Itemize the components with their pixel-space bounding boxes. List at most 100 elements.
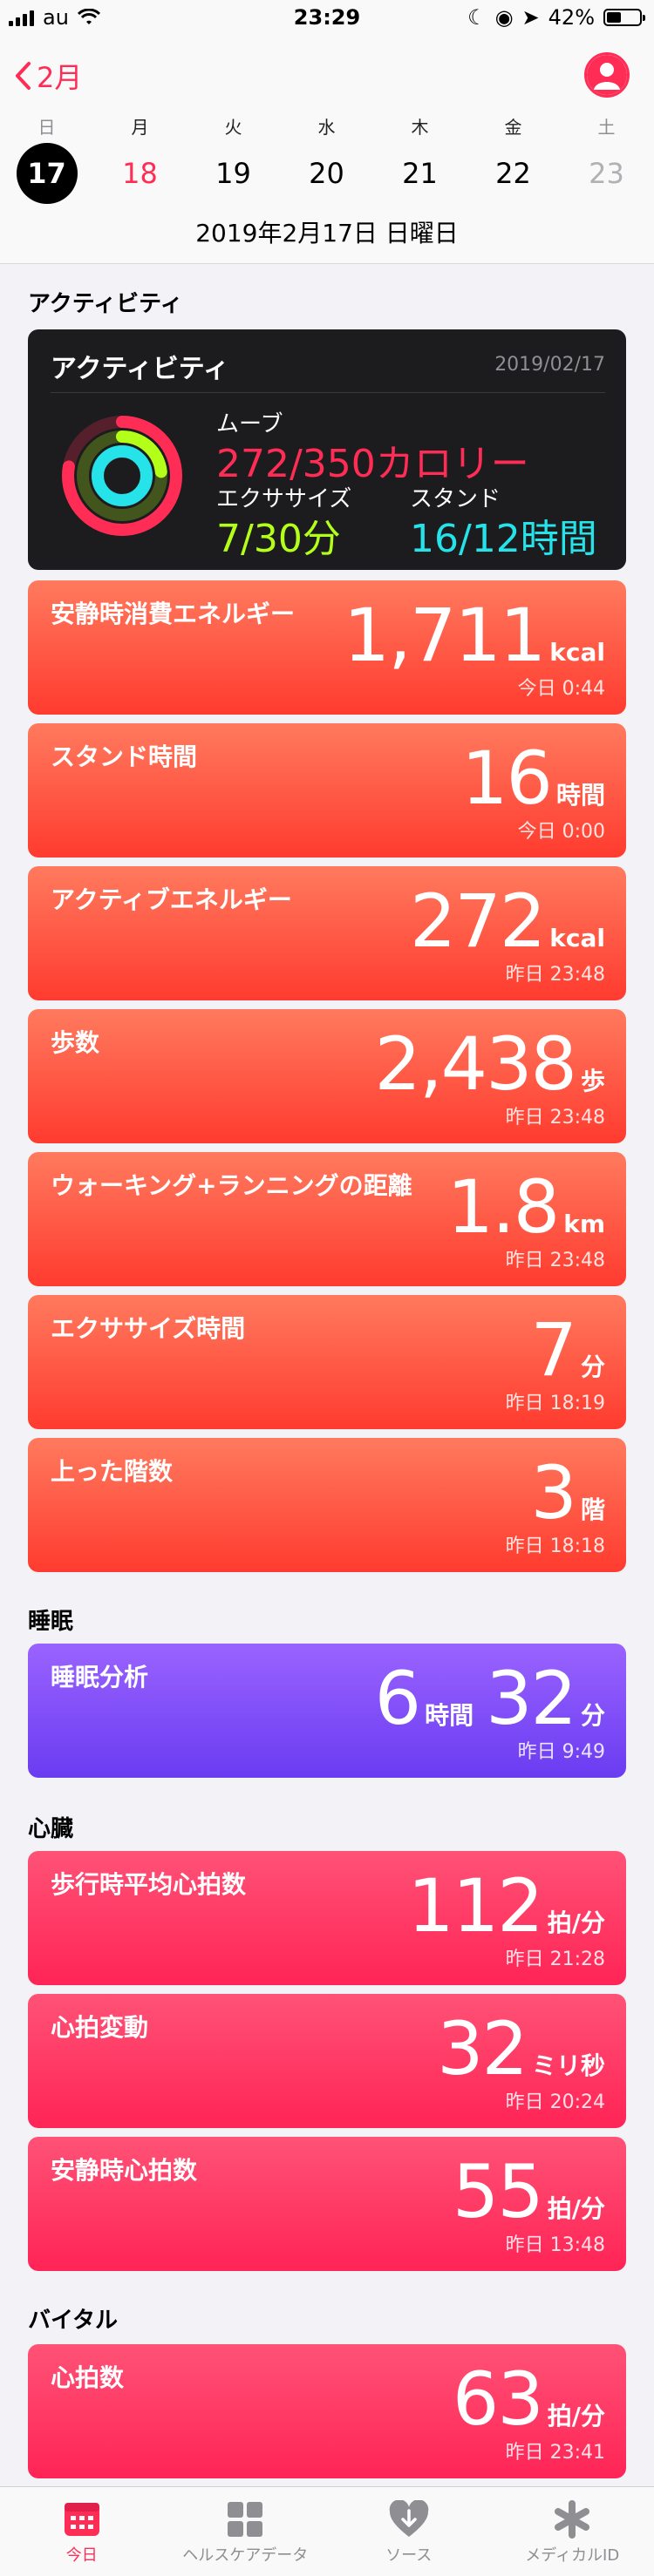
metric-unit: 歩 [581,1062,605,1097]
tab-label: ヘルスケアデータ [182,2543,308,2566]
weekday-label: 月 [93,113,187,139]
metric-value: 7 [531,1307,576,1393]
metric-timestamp: 昨日 21:28 [506,1943,605,1971]
person-icon [587,55,627,95]
metric-label: エクササイズ時間 [51,1311,245,1347]
back-button[interactable]: 2月 [14,56,82,96]
profile-avatar[interactable] [584,52,630,98]
metric-unit: kcal [549,924,605,952]
metric-card[interactable]: 心拍変動 32ミリ秒 昨日 20:24 [28,1994,626,2128]
weekday-label: 土 [560,113,653,139]
metric-card[interactable]: 歩行時平均心拍数 112拍/分 昨日 21:28 [28,1851,626,1985]
metric-timestamp: 昨日 9:49 [518,1736,605,1764]
tab-sources[interactable]: ソース [327,2487,491,2576]
metric-card[interactable]: 心拍数 63拍/分 昨日 23:41 [28,2344,626,2478]
sleep-hours: 6 [375,1656,419,1741]
metric-card[interactable]: 安静時消費エネルギー 1,711kcal 今日 0:44 [28,580,626,715]
metric-timestamp: 今日 0:44 [518,673,605,701]
activity-rings-icon [58,411,187,540]
date-cell-selected[interactable]: 17 [0,143,93,204]
battery-icon [603,9,642,26]
metric-unit: 分 [581,1348,605,1383]
metric-timestamp: 昨日 18:18 [506,1530,605,1558]
date-cell[interactable]: 19 [187,143,280,204]
activity-summary-card[interactable]: アクティビティ 2019/02/17 ムーブ 272/350カロリー エクササイ… [28,329,626,570]
chevron-left-icon [14,61,31,91]
date-cell[interactable]: 22 [467,143,560,204]
metric-label: アクティブエネルギー [51,882,292,919]
metric-label: 睡眠分析 [51,1659,148,1696]
metric-card[interactable]: 安静時心拍数 55拍/分 昨日 13:48 [28,2137,626,2271]
stand-ring-progress [98,451,146,500]
battery-percent: 42% [548,5,595,30]
metric-value: 16 [461,736,551,821]
weekday-row: 日 月 火 水 木 金 土 [0,113,654,139]
section-title-activity: アクティビティ [28,286,183,318]
metric-unit: 拍/分 [548,1904,605,1939]
section-title-heart: 心臓 [28,1811,73,1843]
grid-icon [226,2500,264,2539]
tab-today[interactable]: 今日 [0,2487,164,2576]
metric-card[interactable]: スタンド時間 16時間 今日 0:00 [28,723,626,858]
sleep-hours-unit: 時間 [425,1697,473,1732]
calendar-header: 2月 日 月 火 水 木 金 土 17 18 19 20 21 22 23 20… [0,35,654,264]
selected-date-title: 2019年2月17日 日曜日 [0,214,654,249]
date-number: 17 [17,143,78,204]
date-row: 17 18 19 20 21 22 23 [0,143,654,204]
metric-card[interactable]: エクササイズ時間 7分 昨日 18:19 [28,1295,626,1429]
stand-value: 16/12時間 [410,507,597,563]
move-value: 272/350カロリー [216,432,529,488]
metric-timestamp: 昨日 23:41 [506,2437,605,2464]
metric-label: 安静時消費エネルギー [51,596,295,633]
sleep-analysis-card[interactable]: 睡眠分析 6 時間 32 分 昨日 9:49 [28,1644,626,1778]
location-icon: ➤ [522,5,540,30]
metric-unit: 階 [581,1491,605,1526]
metric-card[interactable]: アクティブエネルギー 272kcal 昨日 23:48 [28,866,626,1000]
metric-label: スタンド時間 [51,739,197,776]
metric-value: 1.8 [447,1164,559,1250]
back-label: 2月 [37,56,82,96]
metric-label: ウォーキング+ランニングの距離 [51,1168,412,1204]
metric-label: 心拍変動 [51,2010,148,2046]
metric-timestamp: 今日 0:00 [518,816,605,844]
date-cell[interactable]: 18 [93,143,187,204]
sleep-minutes: 32 [486,1656,576,1741]
tab-medical-id[interactable]: メディカルID [491,2487,654,2576]
today-icon [63,2501,101,2538]
metric-timestamp: 昨日 23:48 [506,959,605,986]
activity-card-date: 2019/02/17 [494,354,605,376]
section-title-sleep: 睡眠 [28,1603,73,1636]
weekday-label: 日 [0,113,93,139]
metric-label: 上った階数 [51,1454,173,1490]
metric-value: 2,438 [375,1021,576,1107]
metric-unit: 拍/分 [548,2397,605,2432]
asterisk-icon [553,2500,591,2539]
date-cell[interactable]: 20 [280,143,373,204]
metric-unit: ミリ秒 [532,2047,605,2082]
tab-health-data[interactable]: ヘルスケアデータ [164,2487,328,2576]
metric-value: 272 [410,878,544,964]
metric-unit: 時間 [556,776,605,811]
metric-label: 歩数 [51,1025,99,1061]
weekday-label: 水 [280,113,373,139]
metric-card[interactable]: 上った階数 3階 昨日 18:18 [28,1438,626,1572]
metric-card[interactable]: ウォーキング+ランニングの距離 1.8km 昨日 23:48 [28,1152,626,1286]
weekday-label: 火 [187,113,280,139]
metric-value: 63 [453,2356,542,2442]
metric-value: 1,711 [344,593,544,678]
date-cell[interactable]: 23 [560,143,653,204]
metric-unit: kcal [549,638,605,667]
heart-download-icon [388,2500,430,2539]
tab-label: メディカルID [525,2543,619,2566]
metric-value: 55 [453,2149,542,2234]
metric-card[interactable]: 歩数 2,438歩 昨日 23:48 [28,1009,626,1143]
activity-card-title: アクティビティ [51,347,229,385]
metric-label: 心拍数 [51,2360,124,2396]
metric-timestamp: 昨日 23:48 [506,1102,605,1129]
sleep-minutes-unit: 分 [581,1697,605,1732]
tab-label: ソース [385,2543,432,2566]
metric-timestamp: 昨日 23:48 [506,1244,605,1272]
weekday-label: 金 [467,113,560,139]
date-cell[interactable]: 21 [373,143,467,204]
section-title-vitals: バイタル [28,2302,118,2335]
